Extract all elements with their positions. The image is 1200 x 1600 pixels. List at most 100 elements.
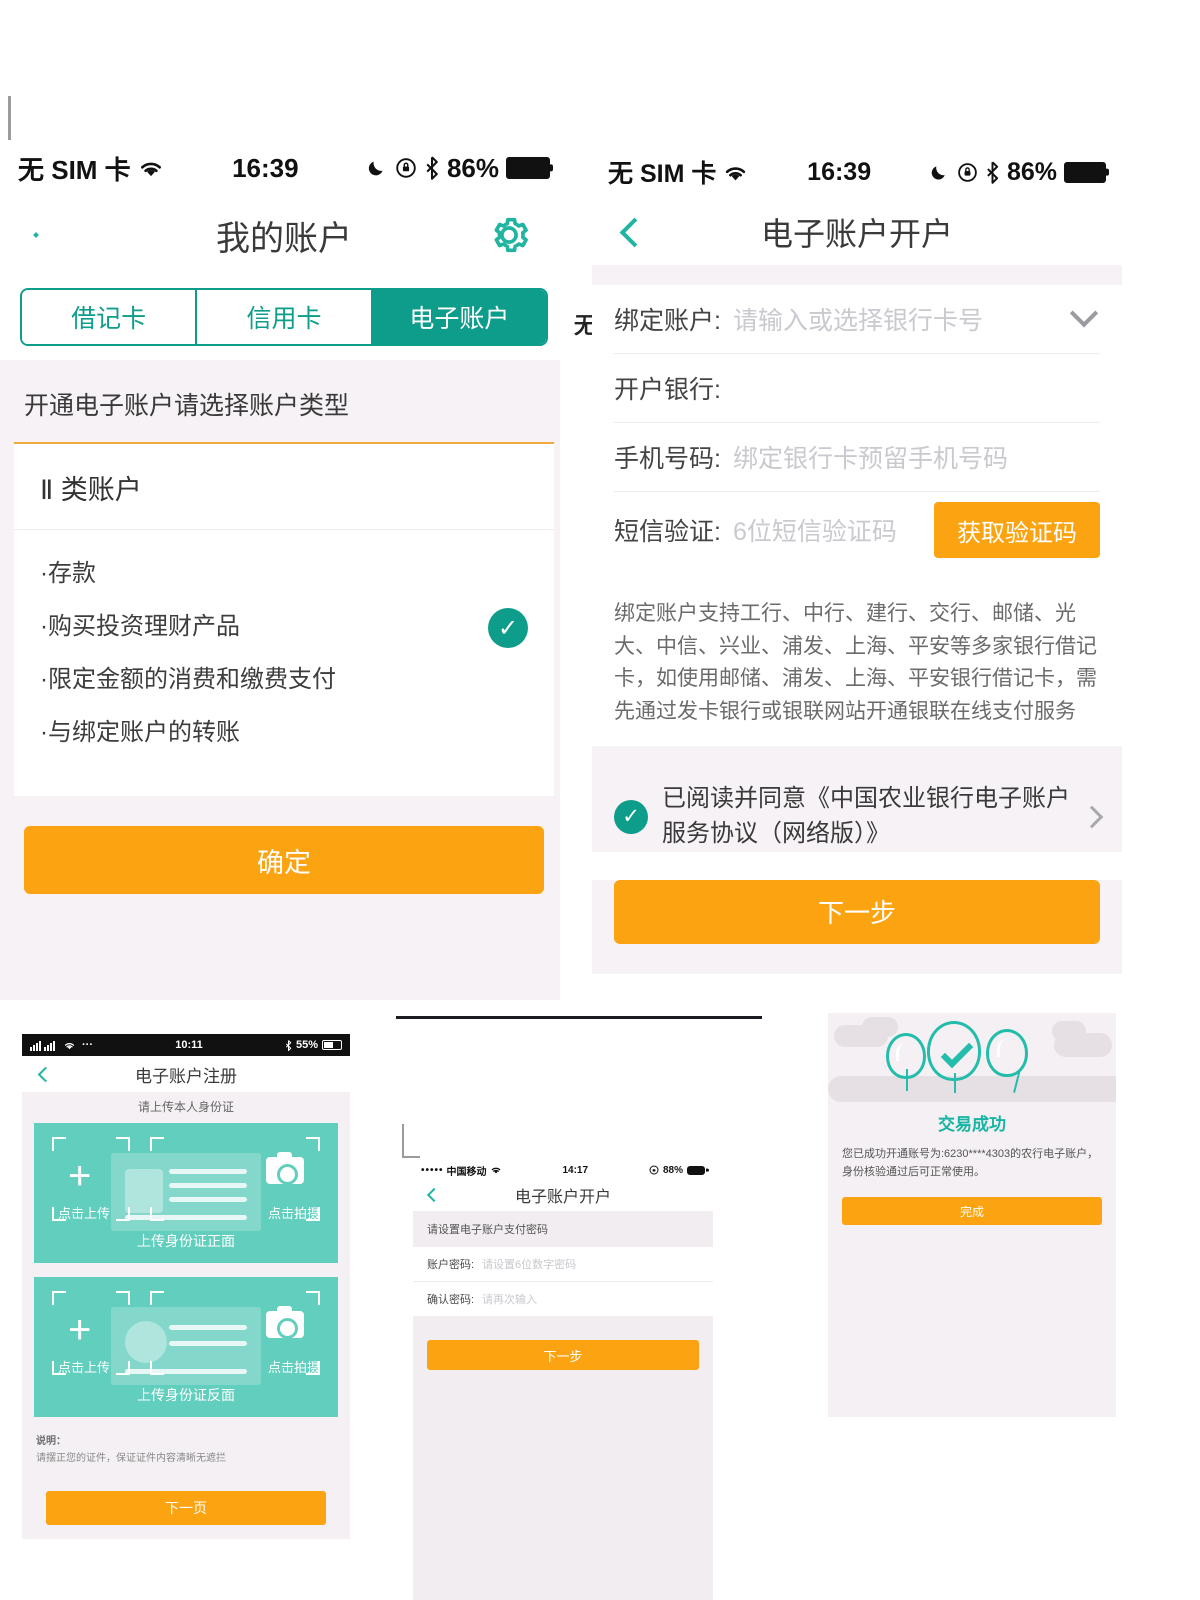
list-item: ·限定金额的消费和缴费支付	[40, 666, 336, 693]
get-verification-code-button[interactable]: 获取验证码	[934, 502, 1100, 558]
next-page-button[interactable]: 下一页	[46, 1491, 326, 1525]
clock: 16:39	[232, 152, 299, 183]
chevron-right-icon[interactable]	[1080, 805, 1104, 829]
cloud-icon	[862, 1017, 898, 1037]
check-circle-icon[interactable]: ✓	[614, 799, 648, 834]
section-gap	[592, 265, 1122, 285]
rotation-lock-icon	[958, 162, 977, 182]
field-bind-account[interactable]: 绑定账户: 请输入或选择银行卡号	[614, 285, 1100, 353]
field-confirm-password[interactable]: 确认密码: 请再次输入	[413, 1282, 713, 1316]
page-title: 我的账户	[216, 219, 352, 258]
explain-block: 说明： 请摆正您的证件，保证证件内容清晰无遮拦	[34, 1431, 338, 1467]
carrier-label: 中国移动	[446, 1166, 487, 1178]
confirm-button[interactable]: 确定	[24, 826, 544, 894]
next-step-button[interactable]: 下一步	[427, 1340, 699, 1370]
field-issuing-bank[interactable]: 开户银行:	[614, 354, 1100, 422]
tap-capture-label[interactable]: 点击拍摄	[268, 1357, 320, 1376]
back-chevron-icon[interactable]	[37, 1066, 54, 1082]
battery-percent: 88%	[662, 1164, 683, 1176]
clock: 10:11	[175, 1039, 203, 1051]
next-button-container: 下一步	[413, 1316, 713, 1600]
bluetooth-icon	[987, 160, 999, 184]
account-type-tabs: 借记卡 信用卡 电子账户	[20, 288, 548, 346]
tap-upload-label[interactable]: 点击上传	[58, 1203, 110, 1222]
account-type-card[interactable]: Ⅱ 类账户 ·存款 ·购买投资理财产品 ·限定金额的消费和缴费支付 ·与绑定账户…	[14, 442, 554, 796]
agreement-row[interactable]: ✓ 已阅读并同意《中国农业银行电子账户服务协议（网络版）》	[592, 760, 1122, 852]
account-type-name: Ⅱ 类账户	[40, 475, 142, 505]
clock: 16:39	[807, 157, 872, 186]
panel-title: 开通电子账户请选择账户类型	[24, 392, 350, 420]
back-chevron-icon[interactable]	[426, 1187, 442, 1203]
page-title: 电子账户开户	[760, 216, 953, 252]
rotation-lock-icon	[396, 158, 416, 178]
id-card-illustration	[111, 1153, 261, 1231]
success-title: 交易成功	[938, 1115, 1006, 1134]
back-chevron-icon[interactable]	[33, 232, 39, 238]
tab-electronic-account[interactable]: 电子账户	[372, 290, 546, 344]
camera-icon[interactable]	[266, 1306, 304, 1339]
tap-capture-label[interactable]: 点击拍摄	[268, 1203, 320, 1222]
page-title: 电子账户开户	[514, 1189, 611, 1206]
battery-icon	[322, 1040, 342, 1050]
plus-icon[interactable]: +	[68, 1310, 91, 1350]
tab-credit-card[interactable]: 信用卡	[197, 290, 373, 344]
bind-account-input[interactable]: 请输入或选择银行卡号	[733, 301, 983, 337]
upload-id-front[interactable]: + 点击上传 点击拍摄 上传身份证正面	[34, 1123, 338, 1263]
field-sms-code[interactable]: 短信验证: 6位短信验证码 获取验证码	[614, 492, 1100, 568]
upload-caption: 上传身份证反面	[137, 1387, 235, 1403]
field-label: 短信验证:	[614, 518, 721, 546]
list-item: ·存款	[40, 560, 96, 587]
confirm-password-input[interactable]: 请再次输入	[482, 1291, 537, 1307]
field-label: 账户密码:	[427, 1259, 475, 1271]
battery-icon	[506, 157, 550, 179]
screen-open-electronic-account: 无 SIM 卡 16:39 86% 电子账户开户 绑定账户: 请输入或选择银行卡…	[592, 145, 1122, 974]
id-upload-body: 请上传本人身份证 + 点击上传 点击拍摄 上传身份证正面 + 点击上传 点击拍摄…	[22, 1092, 350, 1539]
balloon-icon	[986, 1029, 1028, 1077]
field-account-password[interactable]: 账户密码: 请设置6位数字密码	[413, 1247, 713, 1281]
account-type-panel: 开通电子账户请选择账户类型 Ⅱ 类账户 ·存款 ·购买投资理财产品 ·限定金额的…	[0, 360, 568, 1000]
tap-upload-label[interactable]: 点击上传	[58, 1357, 110, 1376]
upload-id-back[interactable]: + 点击上传 点击拍摄 上传身份证反面	[34, 1277, 338, 1417]
nav-bar: 电子账户开户	[413, 1179, 713, 1211]
check-icon	[940, 1035, 974, 1069]
clock: 14:17	[562, 1164, 589, 1176]
tab-debit-card[interactable]: 借记卡	[22, 290, 198, 344]
account-password-input[interactable]: 请设置6位数字密码	[482, 1256, 576, 1272]
frame-corner-icon	[116, 1291, 130, 1305]
bind-account-form: 绑定账户: 请输入或选择银行卡号 开户银行: 手机号码: 绑定银行卡预留手机号码…	[592, 285, 1122, 568]
agreement-text[interactable]: 已阅读并同意《中国农业银行电子账户服务协议（网络版）》	[662, 782, 1074, 852]
divider-line-artifact	[396, 1016, 762, 1019]
back-chevron-icon[interactable]	[619, 217, 650, 247]
cloud-icon	[1052, 1021, 1086, 1041]
phone-number-input[interactable]: 绑定银行卡预留手机号码	[733, 439, 1008, 475]
spacer	[592, 746, 1122, 761]
battery-percent: 86%	[1006, 157, 1057, 186]
chevron-down-icon[interactable]	[1069, 299, 1099, 328]
ellipsis-icon: ···	[82, 1039, 93, 1051]
emblem-icon	[125, 1321, 167, 1363]
screenshot-canvas: 无 SIM 卡 16:39 86% 我的账户 借记卡 信用卡 电子账户 开通电子…	[0, 0, 1200, 1600]
frame-corner-icon	[306, 1137, 320, 1151]
plus-icon[interactable]: +	[68, 1156, 91, 1196]
do-not-disturb-icon	[931, 165, 945, 180]
battery-percent: 55%	[295, 1039, 318, 1051]
battery-percent: 86%	[446, 152, 499, 183]
signal-bars-icon	[30, 1040, 55, 1051]
balloon-icon	[886, 1033, 926, 1079]
sms-code-input[interactable]: 6位短信验证码	[733, 512, 897, 548]
gear-icon[interactable]	[486, 212, 532, 258]
explain-title: 说明：	[36, 1436, 66, 1447]
done-button[interactable]: 完成	[842, 1197, 1102, 1226]
battery-icon	[687, 1165, 705, 1175]
status-bar: 无 SIM 卡 16:39 86%	[592, 145, 1122, 199]
camera-icon[interactable]	[266, 1152, 304, 1185]
field-phone-number[interactable]: 手机号码: 绑定银行卡预留手机号码	[614, 423, 1100, 491]
field-label: 确认密码:	[427, 1294, 475, 1306]
next-step-button[interactable]: 下一步	[614, 879, 1100, 944]
frame-corner-icon	[116, 1137, 130, 1151]
supported-banks-note: 绑定账户支持工行、中行、建行、交行、邮储、光大、中信、兴业、浦发、上海、平安等多…	[592, 582, 1122, 747]
wifi-icon	[491, 1167, 500, 1174]
selected-check-icon: ✓	[488, 608, 528, 648]
status-bar: ellipsis-icon ··· 10:11 55%	[22, 1034, 350, 1056]
id-card-illustration	[111, 1307, 261, 1385]
